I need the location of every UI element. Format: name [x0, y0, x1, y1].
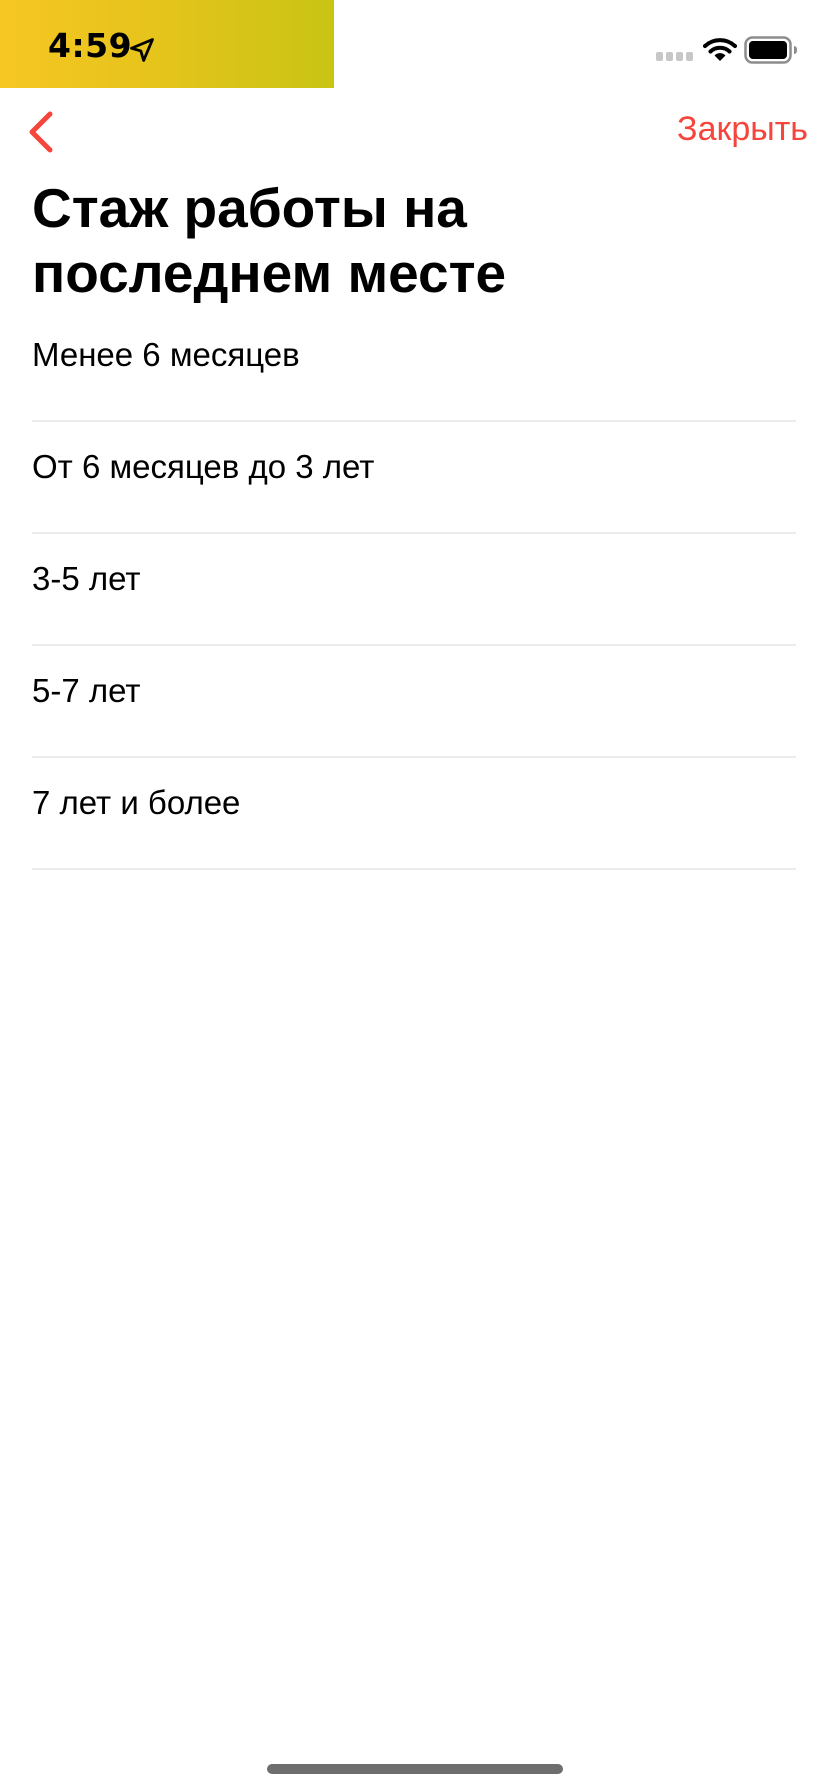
chevron-left-icon: [29, 111, 53, 153]
options-list: Менее 6 месяцев От 6 месяцев до 3 лет 3-…: [32, 310, 796, 870]
option-label: 3-5 лет: [32, 560, 141, 597]
option-item[interactable]: От 6 месяцев до 3 лет: [32, 422, 796, 534]
status-bar: 4:59: [0, 0, 828, 88]
option-item[interactable]: 7 лет и более: [32, 758, 796, 870]
home-indicator[interactable]: [267, 1764, 563, 1774]
location-arrow-icon: [130, 38, 154, 62]
option-label: От 6 месяцев до 3 лет: [32, 448, 375, 485]
option-item[interactable]: 5-7 лет: [32, 646, 796, 758]
battery-icon: [744, 36, 797, 64]
status-time: 4:59: [48, 26, 133, 65]
time-pill: 4:59: [0, 0, 334, 88]
option-item[interactable]: Менее 6 месяцев: [32, 310, 796, 422]
option-label: 7 лет и более: [32, 784, 241, 821]
wifi-icon: [703, 38, 737, 61]
option-label: Менее 6 месяцев: [32, 336, 300, 373]
cellular-signal-icon: [656, 52, 693, 61]
close-button[interactable]: Закрыть: [677, 110, 808, 149]
page-title: Стаж работы на последнем месте: [32, 177, 507, 304]
back-button[interactable]: [10, 104, 70, 160]
option-label: 5-7 лет: [32, 672, 141, 709]
option-item[interactable]: 3-5 лет: [32, 534, 796, 646]
